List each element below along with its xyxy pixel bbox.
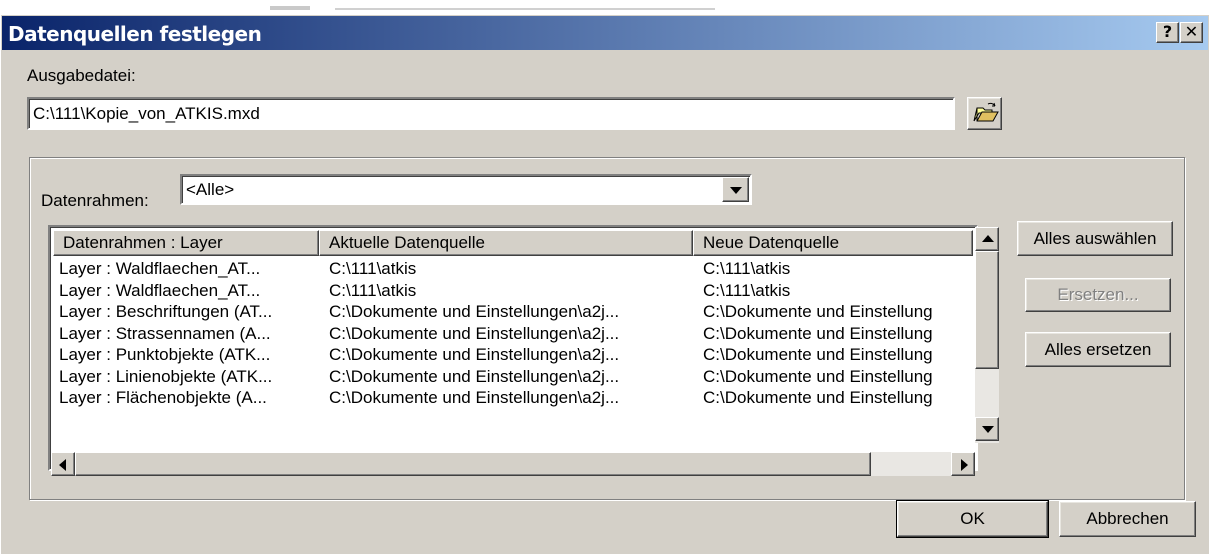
- current-source-cell: C:\Dokumente und Einstellungen\a2j...: [329, 323, 620, 343]
- dialog-title: Datenquellen festlegen: [8, 22, 262, 46]
- scroll-up-button[interactable]: [975, 227, 999, 251]
- output-file-input[interactable]: C:\111\Kopie_von_ATKIS.mxd: [27, 97, 955, 130]
- new-source-cell: C:\111\atkis: [703, 259, 791, 278]
- arrow-left-icon: [59, 459, 66, 471]
- table-row[interactable]: Layer : Linienobjekte (ATK... C:\Dokumen…: [53, 366, 976, 388]
- current-source-cell: C:\111\atkis: [329, 280, 417, 300]
- replace-all-button[interactable]: Alles ersetzen: [1025, 332, 1171, 367]
- table-row[interactable]: Layer : Beschriftungen (AT... C:\Dokumen…: [53, 301, 976, 323]
- column-header-layer[interactable]: Datenrahmen : Layer: [53, 230, 319, 256]
- scroll-right-button[interactable]: [951, 452, 975, 476]
- layer-list[interactable]: Datenrahmen : Layer Aktuelle Datenquelle…: [48, 225, 978, 471]
- set-data-sources-dialog: Datenquellen festlegen ? ✕ Ausgabedatei:…: [0, 14, 1209, 554]
- horizontal-scrollbar[interactable]: [51, 452, 975, 476]
- close-icon: ✕: [1184, 22, 1199, 41]
- vertical-scrollbar[interactable]: [975, 227, 999, 443]
- replace-button[interactable]: Ersetzen...: [1025, 278, 1171, 312]
- title-bar[interactable]: Datenquellen festlegen ? ✕: [2, 16, 1208, 50]
- table-row[interactable]: Layer : Strassennamen (A... C:\Dokumente…: [53, 323, 976, 345]
- layer-cell: Layer : Waldflaechen_AT...: [59, 280, 261, 300]
- data-frame-select[interactable]: <Alle>: [180, 174, 752, 205]
- current-source-cell: C:\Dokumente und Einstellungen\a2j...: [329, 302, 620, 321]
- layer-cell: Layer : Linienobjekte (ATK...: [59, 366, 273, 386]
- background-strip-segment: [335, 8, 715, 10]
- arrow-right-icon: [961, 459, 968, 471]
- horizontal-scroll-thumb[interactable]: [75, 452, 871, 476]
- layer-cell: Layer : Strassennamen (A...: [59, 323, 271, 343]
- scroll-left-button[interactable]: [51, 452, 75, 476]
- cancel-button[interactable]: Abbrechen: [1059, 501, 1196, 537]
- output-file-value: C:\111\Kopie_von_ATKIS.mxd: [33, 104, 260, 123]
- chevron-down-icon: [730, 187, 742, 194]
- vertical-scroll-thumb[interactable]: [975, 251, 999, 369]
- background-strip-segment: [270, 6, 310, 10]
- new-source-cell: C:\Dokumente und Einstellung: [703, 302, 933, 321]
- current-source-cell: C:\Dokumente und Einstellungen\a2j...: [329, 345, 620, 364]
- column-header-new-source[interactable]: Neue Datenquelle: [693, 230, 973, 256]
- new-source-cell: C:\111\atkis: [703, 280, 791, 300]
- help-button[interactable]: ?: [1156, 22, 1179, 43]
- layer-cell: Layer : Punktobjekte (ATK...: [59, 345, 271, 364]
- background-window-strip: [0, 0, 1211, 14]
- select-all-button[interactable]: Alles auswählen: [1017, 221, 1173, 256]
- layer-cell: Layer : Beschriftungen (AT...: [59, 302, 273, 321]
- column-header-current-source[interactable]: Aktuelle Datenquelle: [319, 230, 693, 256]
- data-frame-dropdown-button[interactable]: [722, 177, 749, 202]
- layer-cell: Layer : Flächenobjekte (A...: [59, 388, 267, 407]
- arrow-up-icon: [982, 235, 994, 242]
- arrow-down-icon: [982, 426, 994, 433]
- data-frame-label: Datenrahmen:: [41, 191, 149, 210]
- table-row[interactable]: Layer : Waldflaechen_AT... C:\111\atkis …: [53, 280, 976, 302]
- close-button[interactable]: ✕: [1180, 22, 1203, 43]
- layer-rows: Layer : Waldflaechen_AT... C:\111\atkis …: [53, 258, 976, 452]
- ok-button[interactable]: OK: [896, 500, 1049, 538]
- table-row[interactable]: Layer : Punktobjekte (ATK... C:\Dokument…: [53, 344, 976, 366]
- scroll-down-button[interactable]: [975, 417, 999, 441]
- table-row[interactable]: Layer : Flächenobjekte (A... C:\Dokument…: [53, 387, 976, 409]
- new-source-cell: C:\Dokumente und Einstellung: [703, 388, 933, 407]
- current-source-cell: C:\Dokumente und Einstellungen\a2j...: [329, 366, 620, 386]
- output-file-label: Ausgabedatei:: [27, 66, 136, 85]
- new-source-cell: C:\Dokumente und Einstellung: [703, 366, 933, 386]
- layer-cell: Layer : Waldflaechen_AT...: [59, 259, 261, 278]
- new-source-cell: C:\Dokumente und Einstellung: [703, 323, 933, 343]
- current-source-cell: C:\111\atkis: [329, 259, 417, 278]
- current-source-cell: C:\Dokumente und Einstellungen\a2j...: [329, 388, 620, 407]
- new-source-cell: C:\Dokumente und Einstellung: [703, 345, 933, 364]
- open-folder-icon: [973, 102, 999, 122]
- table-row[interactable]: Layer : Waldflaechen_AT... C:\111\atkis …: [53, 258, 976, 280]
- browse-output-button[interactable]: [967, 97, 1002, 130]
- data-frame-selected-value: <Alle>: [186, 180, 235, 199]
